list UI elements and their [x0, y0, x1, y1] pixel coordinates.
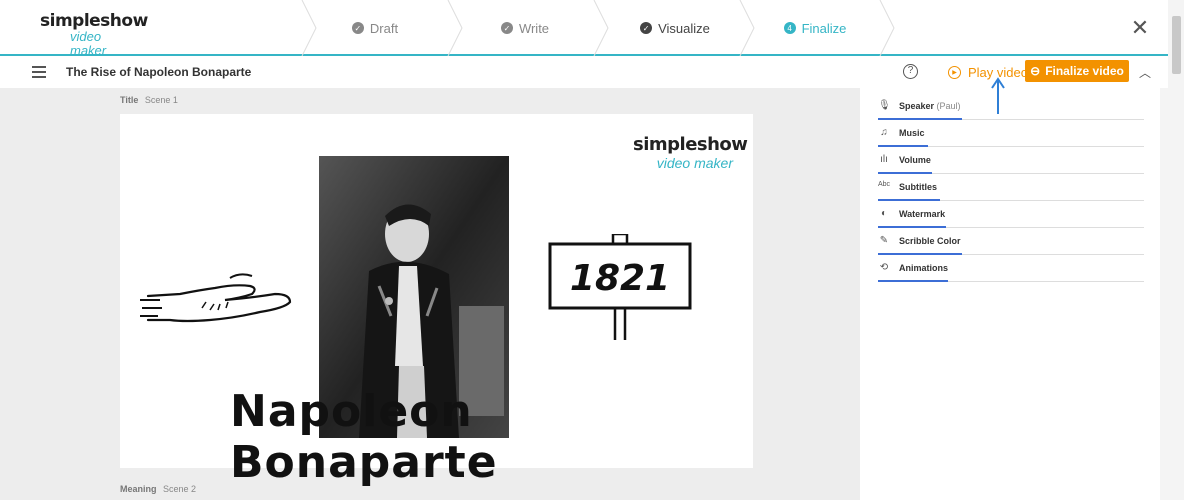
- setting-label: Scribble Color: [899, 236, 961, 246]
- step-divider: [879, 0, 895, 56]
- sign-year-text: 1821: [570, 258, 670, 299]
- app-logo[interactable]: simpleshow video maker: [40, 11, 148, 58]
- scene-2-label: Meaning Scene 2: [120, 484, 196, 494]
- logo-text: simpleshow: [633, 134, 748, 155]
- export-icon: ⊖: [1030, 64, 1041, 78]
- setting-watermark[interactable]: ◐ Watermark: [878, 202, 1144, 228]
- scene-name: Scene 2: [163, 484, 197, 494]
- year-signpost-drawing[interactable]: 1821: [545, 234, 695, 344]
- step-label: Write: [518, 20, 550, 36]
- pen-icon: ✎: [879, 235, 889, 246]
- microphone-icon: 🎙: [878, 100, 891, 111]
- step-number-badge: 4: [783, 22, 796, 34]
- scrollbar-thumb[interactable]: [1172, 16, 1181, 74]
- arrow-up-icon: [991, 77, 1005, 114]
- scene-caption-text[interactable]: Napoleon Bonaparte: [230, 386, 753, 488]
- setting-label: Volume: [899, 155, 931, 165]
- logo-subtext: video maker: [656, 155, 733, 171]
- step-label: Visualize: [658, 20, 710, 36]
- open-hand-drawing[interactable]: [140, 264, 300, 334]
- scene-type: Meaning: [120, 484, 157, 494]
- setting-underline: [878, 226, 946, 228]
- scene-name: Scene 1: [144, 95, 178, 105]
- scene-canvas[interactable]: simpleshow video maker 1821 Napoleon Bon…: [120, 114, 753, 488]
- subtitles-icon: Abc: [878, 181, 891, 188]
- play-video-button[interactable]: ▶ Play video: [948, 61, 1028, 83]
- finalize-video-button[interactable]: ⊖ Finalize video: [1025, 60, 1129, 82]
- hamburger-menu-icon[interactable]: [32, 66, 46, 78]
- panel-scrollbar[interactable]: [1160, 88, 1168, 500]
- step-label: Draft: [369, 20, 399, 36]
- step-write[interactable]: ✓ Write: [450, 0, 600, 56]
- setting-underline: [878, 199, 940, 201]
- setting-subtitles[interactable]: Abc Subtitles: [878, 175, 1144, 201]
- settings-panel: 🎙 Speaker (Paul) ♫ Music ılı Volume Abc …: [860, 88, 1160, 500]
- volume-bars-icon: ılı: [880, 154, 888, 165]
- setting-underline: [878, 145, 928, 147]
- scene-editor: Title Scene 1 simpleshow video maker 182…: [0, 88, 860, 500]
- scene-1-label: Title Scene 1: [120, 95, 178, 105]
- setting-underline: [878, 280, 948, 282]
- setting-animations[interactable]: ⟲ Animations: [878, 256, 1144, 282]
- step-label: Finalize: [801, 20, 847, 36]
- setting-underline: [878, 172, 932, 174]
- watermark-icon: ◐: [880, 208, 888, 219]
- check-icon: ✓: [640, 22, 653, 34]
- help-icon[interactable]: ?: [903, 64, 918, 79]
- step-bar: simpleshow video maker ✓ Draft ✓ Write ✓…: [0, 0, 1168, 58]
- setting-underline: [878, 118, 962, 120]
- setting-scribble-color[interactable]: ✎ Scribble Color: [878, 229, 1144, 255]
- step-finalize[interactable]: 4 Finalize: [740, 0, 890, 56]
- canvas-watermark-logo: simpleshow video maker: [633, 134, 748, 171]
- setting-label: Speaker: [899, 101, 935, 111]
- finalize-video-label: Finalize video: [1045, 64, 1124, 78]
- music-note-icon: ♫: [880, 127, 888, 138]
- page-scrollbar[interactable]: [1168, 0, 1184, 500]
- logo-subtext: video maker: [70, 29, 107, 58]
- setting-speaker[interactable]: 🎙 Speaker (Paul): [878, 94, 1144, 120]
- step-visualize[interactable]: ✓ Visualize: [600, 0, 750, 56]
- scene-type: Title: [120, 95, 139, 105]
- setting-label: Music: [899, 128, 925, 138]
- play-icon: ▶: [948, 65, 961, 79]
- setting-label: Watermark: [899, 209, 946, 219]
- close-icon[interactable]: ✕: [1130, 17, 1150, 39]
- chevron-up-icon[interactable]: ︿: [1139, 64, 1151, 81]
- speaker-name: (Paul): [936, 101, 961, 111]
- step-draft[interactable]: ✓ Draft: [300, 0, 450, 56]
- animation-icon: ⟲: [879, 262, 889, 273]
- logo-text: simpleshow: [40, 11, 148, 31]
- check-icon: ✓: [351, 22, 364, 34]
- setting-music[interactable]: ♫ Music: [878, 121, 1144, 147]
- check-icon: ✓: [500, 22, 513, 34]
- setting-label: Animations: [899, 263, 949, 273]
- setting-underline: [878, 253, 962, 255]
- setting-volume[interactable]: ılı Volume: [878, 148, 1144, 174]
- setting-label: Subtitles: [899, 182, 938, 192]
- wizard-steps: ✓ Draft ✓ Write ✓ Visualize 4 Finalize: [300, 0, 900, 56]
- project-title: The Rise of Napoleon Bonaparte: [66, 65, 252, 79]
